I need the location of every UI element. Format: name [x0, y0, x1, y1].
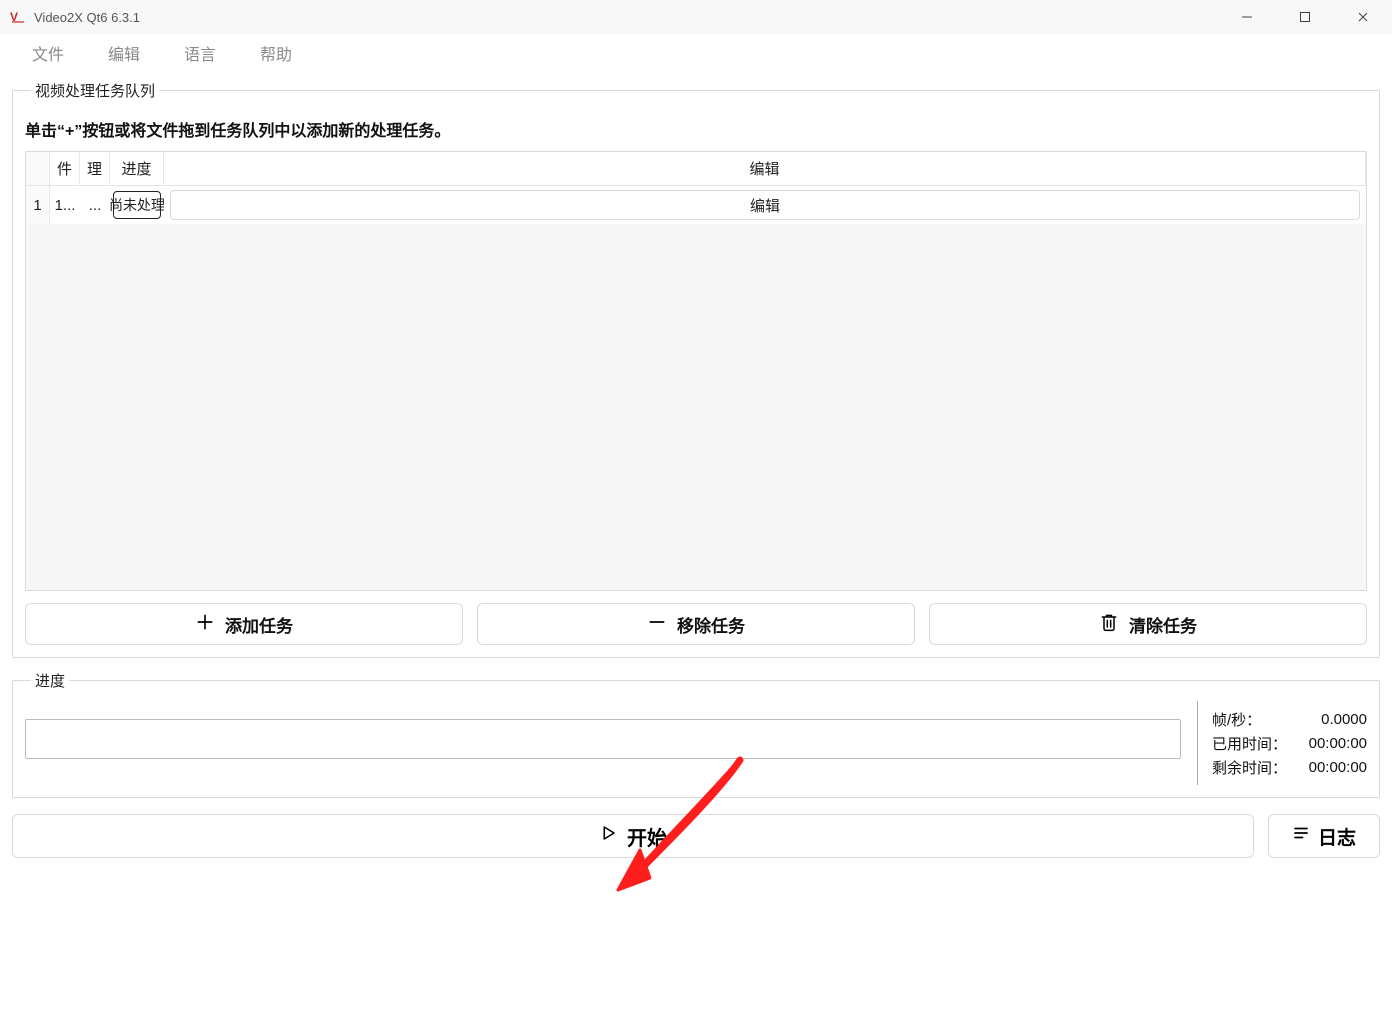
- queue-hint-text: 单击“+”按钮或将文件拖到任务队列中以添加新的处理任务。: [25, 117, 1367, 141]
- window-maximize-button[interactable]: [1276, 0, 1334, 34]
- col-index: [26, 152, 50, 185]
- col-progress[interactable]: 进度: [110, 152, 164, 185]
- menu-file[interactable]: 文件: [10, 35, 86, 71]
- trash-icon: [1099, 612, 1119, 637]
- window-close-button[interactable]: [1334, 0, 1392, 34]
- overall-progress-bar: [25, 719, 1181, 759]
- app-icon: V: [10, 9, 26, 25]
- col-processor[interactable]: 理: [80, 152, 110, 185]
- progress-group: 进度 帧/秒： 0.0000 已用时间： 00:00:00 剩余时间： 00:0…: [12, 670, 1380, 798]
- col-edit[interactable]: 编辑: [164, 152, 1366, 185]
- col-file[interactable]: 件: [50, 152, 80, 185]
- start-button[interactable]: 开始: [12, 814, 1254, 858]
- play-icon: [599, 824, 617, 848]
- table-header: 件 理 进度 编辑: [26, 152, 1366, 186]
- remove-task-button[interactable]: 移除任务: [477, 603, 915, 645]
- start-label: 开始: [627, 822, 667, 851]
- minus-icon: [647, 612, 667, 637]
- menu-language[interactable]: 语言: [162, 35, 238, 71]
- progress-badge: 尚未处理: [113, 191, 161, 219]
- menu-help[interactable]: 帮助: [238, 35, 314, 71]
- progress-stats: 帧/秒： 0.0000 已用时间： 00:00:00 剩余时间： 00:00:0…: [1197, 701, 1367, 785]
- fps-label: 帧/秒：: [1212, 709, 1261, 730]
- row-index: 1: [26, 186, 50, 224]
- menu-edit[interactable]: 编辑: [86, 35, 162, 71]
- window-minimize-button[interactable]: [1218, 0, 1276, 34]
- queue-group: 视频处理任务队列 单击“+”按钮或将文件拖到任务队列中以添加新的处理任务。 件 …: [12, 80, 1380, 658]
- progress-group-title: 进度: [31, 670, 69, 691]
- row-file: 1...: [50, 186, 80, 224]
- clear-tasks-button[interactable]: 清除任务: [929, 603, 1367, 645]
- title-bar: V Video2X Qt6 6.3.1: [0, 0, 1392, 34]
- log-label: 日志: [1318, 823, 1356, 850]
- row-edit-button[interactable]: 编辑: [170, 190, 1360, 220]
- row-progress: 尚未处理: [110, 186, 164, 224]
- plus-icon: [195, 612, 215, 637]
- task-table: 件 理 进度 编辑 1 1... ... 尚未处理 编辑: [25, 151, 1367, 591]
- window-title: Video2X Qt6 6.3.1: [34, 10, 140, 25]
- clear-tasks-label: 清除任务: [1129, 612, 1197, 637]
- add-task-button[interactable]: 添加任务: [25, 603, 463, 645]
- remaining-value: 00:00:00: [1309, 759, 1367, 776]
- table-row[interactable]: 1 1... ... 尚未处理 编辑: [26, 186, 1366, 224]
- menu-bar: 文件 编辑 语言 帮助: [0, 34, 1392, 72]
- remaining-label: 剩余时间：: [1212, 757, 1287, 778]
- list-icon: [1292, 824, 1310, 848]
- row-processor: ...: [80, 186, 110, 224]
- fps-value: 0.0000: [1321, 711, 1367, 728]
- elapsed-value: 00:00:00: [1309, 735, 1367, 752]
- elapsed-label: 已用时间：: [1212, 733, 1287, 754]
- remove-task-label: 移除任务: [677, 612, 745, 637]
- log-button[interactable]: 日志: [1268, 814, 1380, 858]
- add-task-label: 添加任务: [225, 612, 293, 637]
- queue-group-title: 视频处理任务队列: [31, 80, 159, 101]
